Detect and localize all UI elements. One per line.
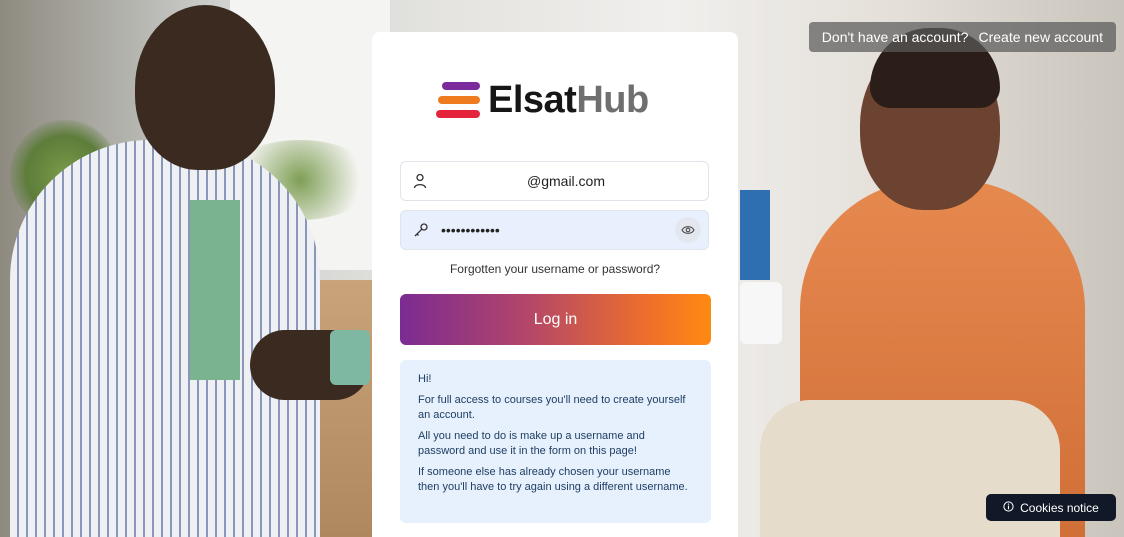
logo-wordmark: ElsatHub [488,79,649,121]
password-field [400,210,709,250]
signup-prompt-text: Don't have an account? [821,29,969,45]
cookies-notice-label: Cookies notice [1020,500,1099,515]
info-icon [1003,500,1014,515]
cookies-notice-button[interactable]: Cookies notice [986,494,1116,521]
password-input[interactable] [441,211,675,249]
info-paragraph: If someone else has already chosen your … [418,465,688,494]
login-button[interactable]: Log in [400,294,711,345]
create-account-link[interactable]: Create new account [978,29,1103,45]
signup-prompt-bar: Don't have an account? Create new accoun… [808,22,1116,52]
eye-icon[interactable] [675,217,701,243]
logo-mark-icon [436,81,480,119]
info-paragraph: Hi! [418,373,432,385]
info-paragraph: All you need to do is make up a username… [418,429,645,458]
login-card: ElsatHub Forgotten your username or pass… [372,32,738,537]
username-field [400,161,709,201]
forgot-credentials-link[interactable]: Forgotten your username or password? [372,262,738,276]
user-icon [401,173,439,189]
info-box: Hi! For full access to courses you'll ne… [400,360,711,523]
info-paragraph: For full access to courses you'll need t… [418,393,686,422]
logo: ElsatHub [436,81,649,119]
username-input[interactable] [439,162,708,200]
key-icon [401,222,441,238]
